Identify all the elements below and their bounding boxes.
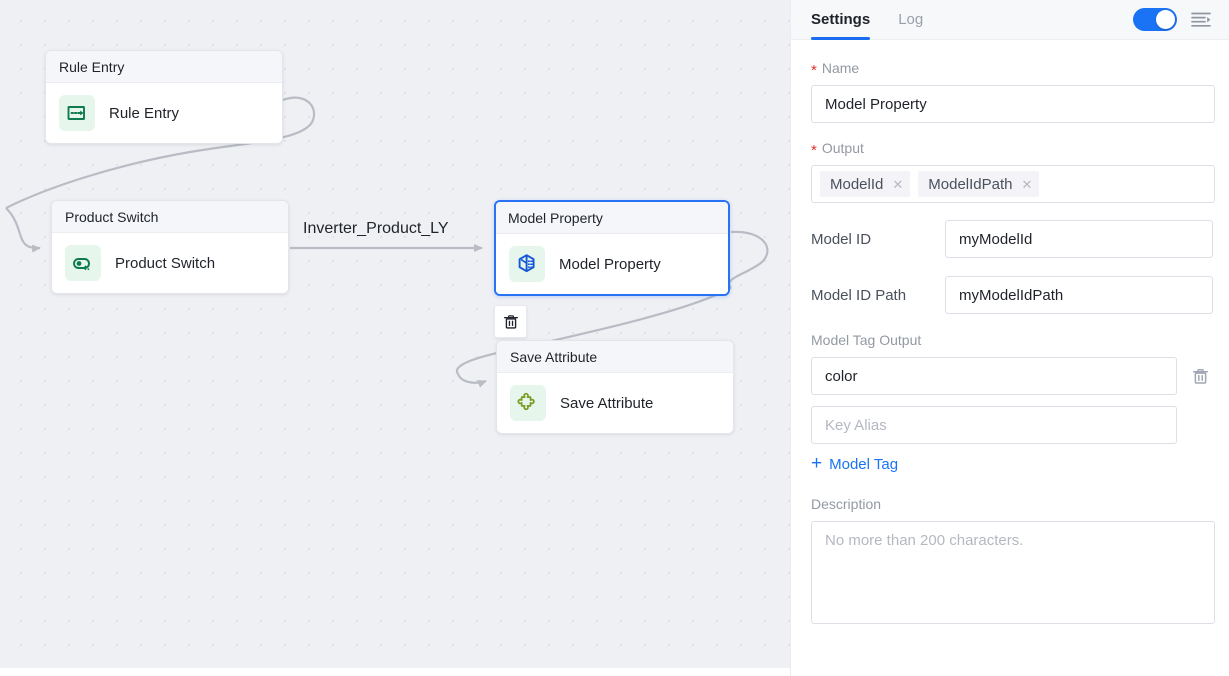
collapse-panel-icon[interactable] [1191,11,1211,29]
output-chip-label: ModelIdPath [928,175,1013,193]
model-id-label: Model ID [811,230,872,248]
node-rule-entry-title: Rule Entry [46,51,282,83]
canvas-bottom-strip [0,668,790,676]
node-rule-entry-label: Rule Entry [109,104,180,122]
panel-header: Settings Log [791,0,1229,40]
flow-canvas[interactable]: Rule Entry Rule Entry Product Switch Pro… [0,0,790,676]
node-save-attribute-title: Save Attribute [497,341,733,373]
trash-icon [503,314,518,329]
delete-node-button[interactable] [494,305,527,338]
add-model-tag-button[interactable]: + Model Tag [811,453,899,474]
model-property-icon [509,246,545,282]
node-rule-entry[interactable]: Rule Entry Rule Entry [45,50,283,144]
node-model-property[interactable]: Model Property Model Property [494,200,730,296]
node-model-property-label: Model Property [559,255,661,273]
output-chips-field[interactable]: ModelId ✕ ModelIdPath ✕ [811,165,1215,203]
model-tag-alias-input[interactable] [811,406,1177,444]
model-id-row: Model ID [811,220,1213,258]
model-id-input[interactable] [945,220,1213,258]
edge-label-inverter-product-ly: Inverter_Product_LY [303,220,449,237]
model-id-path-input[interactable] [945,276,1213,314]
edge-into-product-switch [5,207,41,253]
close-icon[interactable]: ✕ [892,178,903,191]
output-chip[interactable]: ModelId ✕ [820,171,911,197]
description-textarea[interactable] [811,521,1215,624]
toggle-knob [1156,10,1175,29]
close-icon[interactable]: ✕ [1022,178,1033,191]
name-field-label: * Name [811,60,1213,79]
add-model-tag-label: Model Tag [829,456,899,473]
puzzle-piece-icon [510,385,546,421]
node-save-attribute-label: Save Attribute [560,394,654,412]
name-label-text: Name [821,60,860,76]
output-chip-label: ModelId [830,175,884,193]
output-label-text: Output [821,140,864,156]
required-marker: * [811,141,817,159]
panel-header-actions [1133,8,1211,31]
required-marker: * [811,61,817,79]
edge-model-property-loop [728,230,769,289]
output-chip[interactable]: ModelIdPath ✕ [918,171,1040,197]
node-rule-entry-body: Rule Entry [46,83,282,143]
model-id-path-label: Model ID Path [811,286,907,304]
node-product-switch-label: Product Switch [115,254,216,272]
model-tag-output-label: Model Tag Output [811,332,922,348]
description-label: Description [811,496,882,512]
node-product-switch[interactable]: Product Switch Product Switch [51,200,289,294]
name-input[interactable] [811,85,1215,123]
enable-toggle[interactable] [1133,8,1177,31]
model-tag-alias-row [811,406,1213,444]
plus-icon: + [811,453,823,474]
panel-body: * Name * Output ModelId ✕ ModelIdPath ✕ [791,40,1229,629]
output-field-label: * Output [811,140,1213,159]
node-model-property-body: Model Property [496,234,728,294]
edge-into-save-attribute [456,373,487,388]
app-root: Rule Entry Rule Entry Product Switch Pro… [0,0,1229,676]
model-id-path-row: Model ID Path [811,276,1213,314]
node-save-attribute[interactable]: Save Attribute Save Attribute [496,340,734,434]
tab-log[interactable]: Log [898,0,923,40]
trash-icon [1192,368,1209,384]
tab-settings[interactable]: Settings [811,0,871,40]
node-product-switch-title: Product Switch [52,201,288,233]
node-save-attribute-body: Save Attribute [497,373,733,433]
product-switch-icon [65,245,101,281]
settings-panel: Settings Log * Name Model Property * Out… [790,0,1229,676]
delete-model-tag-button[interactable] [1191,367,1210,386]
model-tag-key-input[interactable] [811,357,1177,395]
model-tag-key-row [811,357,1213,395]
node-product-switch-body: Product Switch [52,233,288,293]
model-tag-output-section: Model Tag Output color Key Alias + Model… [811,332,1213,474]
node-model-property-title: Model Property [496,202,728,234]
rule-entry-icon [59,95,95,131]
